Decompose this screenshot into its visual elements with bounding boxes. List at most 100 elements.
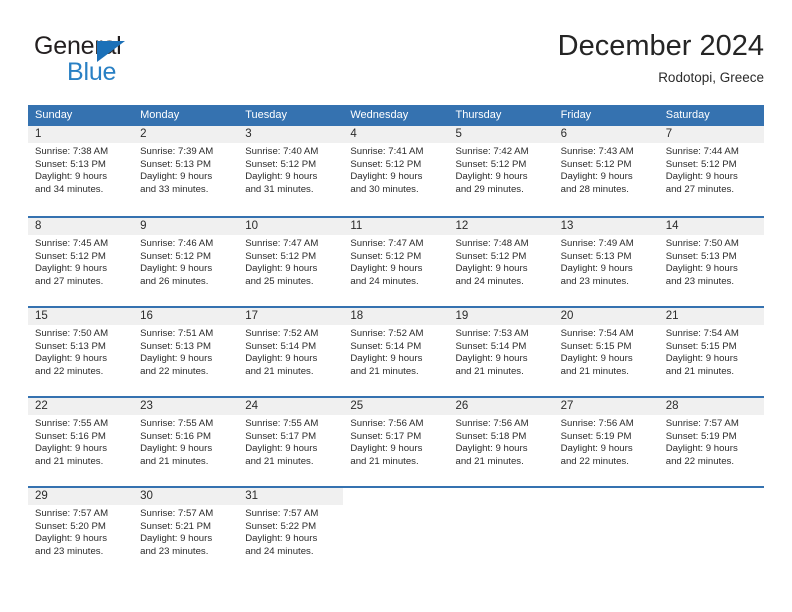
day-cell[interactable]: 29 Sunrise: 7:57 AM Sunset: 5:20 PM Dayl… bbox=[28, 488, 134, 576]
day-cell[interactable]: 14 Sunrise: 7:50 AM Sunset: 5:13 PM Dayl… bbox=[658, 218, 764, 306]
day-details: Sunrise: 7:57 AM Sunset: 5:20 PM Dayligh… bbox=[28, 505, 133, 558]
daylight-text-line2: and 33 minutes. bbox=[140, 183, 209, 195]
daylight-text-line1: Daylight: 9 hours bbox=[140, 263, 213, 275]
day-cell[interactable]: 7 Sunrise: 7:44 AM Sunset: 5:12 PM Dayli… bbox=[658, 126, 764, 216]
day-cell[interactable]: 23 Sunrise: 7:55 AM Sunset: 5:16 PM Dayl… bbox=[133, 398, 239, 486]
sunrise-text: Sunrise: 7:54 AM bbox=[665, 328, 739, 339]
day-cell[interactable]: 6 Sunrise: 7:43 AM Sunset: 5:12 PM Dayli… bbox=[553, 126, 659, 216]
day-cell[interactable]: 31 Sunrise: 7:57 AM Sunset: 5:22 PM Dayl… bbox=[238, 488, 344, 576]
day-number: 22 bbox=[28, 398, 134, 415]
day-number: 4 bbox=[343, 126, 449, 143]
day-cell[interactable]: 26 Sunrise: 7:56 AM Sunset: 5:18 PM Dayl… bbox=[448, 398, 554, 486]
weekday-header-monday: Monday bbox=[140, 109, 180, 121]
day-number: 6 bbox=[553, 126, 659, 143]
day-details: Sunrise: 7:47 AM Sunset: 5:12 PM Dayligh… bbox=[343, 235, 448, 288]
day-details: Sunrise: 7:55 AM Sunset: 5:16 PM Dayligh… bbox=[28, 415, 133, 468]
sunrise-text: Sunrise: 7:57 AM bbox=[665, 418, 739, 429]
weekday-header-wednesday: Wednesday bbox=[350, 109, 409, 121]
day-number: 29 bbox=[28, 488, 134, 505]
day-cell[interactable]: 28 Sunrise: 7:57 AM Sunset: 5:19 PM Dayl… bbox=[658, 398, 764, 486]
day-cell[interactable]: 21 Sunrise: 7:54 AM Sunset: 5:15 PM Dayl… bbox=[658, 308, 764, 396]
day-cell[interactable]: 27 Sunrise: 7:56 AM Sunset: 5:19 PM Dayl… bbox=[553, 398, 659, 486]
sunrise-text: Sunrise: 7:47 AM bbox=[350, 238, 424, 249]
day-cell[interactable]: 10 Sunrise: 7:47 AM Sunset: 5:12 PM Dayl… bbox=[238, 218, 344, 306]
daylight-text-line1: Daylight: 9 hours bbox=[245, 171, 318, 183]
sunset-text: Sunset: 5:16 PM bbox=[140, 430, 212, 442]
daylight-text-line2: and 25 minutes. bbox=[245, 275, 314, 287]
daylight-text-line1: Daylight: 9 hours bbox=[140, 171, 213, 183]
general-blue-logo[interactable]: General Blue bbox=[34, 32, 214, 88]
sunrise-text: Sunrise: 7:57 AM bbox=[35, 508, 109, 519]
day-number: 9 bbox=[133, 218, 239, 235]
calendar-page: General Blue December 2024 Rodotopi, Gre… bbox=[0, 0, 792, 612]
day-details bbox=[554, 505, 659, 508]
sunrise-text: Sunrise: 7:46 AM bbox=[140, 238, 214, 249]
day-cell[interactable]: 15 Sunrise: 7:50 AM Sunset: 5:13 PM Dayl… bbox=[28, 308, 134, 396]
daylight-text-line2: and 21 minutes. bbox=[455, 365, 524, 377]
day-details: Sunrise: 7:56 AM Sunset: 5:18 PM Dayligh… bbox=[449, 415, 554, 468]
day-cell[interactable]: 3 Sunrise: 7:40 AM Sunset: 5:12 PM Dayli… bbox=[238, 126, 344, 216]
weekday-header-sunday: Sunday bbox=[35, 109, 73, 121]
day-details: Sunrise: 7:45 AM Sunset: 5:12 PM Dayligh… bbox=[28, 235, 133, 288]
daylight-text-line2: and 28 minutes. bbox=[560, 183, 629, 195]
daylight-text-line1: Daylight: 9 hours bbox=[350, 353, 423, 365]
day-number: 23 bbox=[133, 398, 239, 415]
daylight-text-line1: Daylight: 9 hours bbox=[665, 263, 738, 275]
sunset-text: Sunset: 5:19 PM bbox=[560, 430, 632, 442]
day-cell[interactable]: 30 Sunrise: 7:57 AM Sunset: 5:21 PM Dayl… bbox=[133, 488, 239, 576]
daylight-text-line2: and 21 minutes. bbox=[665, 365, 735, 377]
sunset-text: Sunset: 5:13 PM bbox=[35, 158, 106, 170]
day-cell[interactable]: 2 Sunrise: 7:39 AM Sunset: 5:13 PM Dayli… bbox=[133, 126, 239, 216]
day-cell-empty bbox=[659, 488, 764, 576]
day-cell[interactable]: 5 Sunrise: 7:42 AM Sunset: 5:12 PM Dayli… bbox=[448, 126, 554, 216]
day-details: Sunrise: 7:49 AM Sunset: 5:13 PM Dayligh… bbox=[554, 235, 659, 288]
day-number bbox=[659, 488, 764, 505]
day-cell[interactable]: 11 Sunrise: 7:47 AM Sunset: 5:12 PM Dayl… bbox=[343, 218, 449, 306]
day-details: Sunrise: 7:39 AM Sunset: 5:13 PM Dayligh… bbox=[133, 143, 238, 196]
day-details: Sunrise: 7:57 AM Sunset: 5:19 PM Dayligh… bbox=[659, 415, 764, 468]
day-details bbox=[343, 505, 448, 508]
day-details: Sunrise: 7:50 AM Sunset: 5:13 PM Dayligh… bbox=[28, 325, 133, 378]
day-cell[interactable]: 9 Sunrise: 7:46 AM Sunset: 5:12 PM Dayli… bbox=[133, 218, 239, 306]
sunset-text: Sunset: 5:12 PM bbox=[245, 158, 317, 170]
day-cell[interactable]: 25 Sunrise: 7:56 AM Sunset: 5:17 PM Dayl… bbox=[343, 398, 449, 486]
daylight-text-line1: Daylight: 9 hours bbox=[560, 171, 633, 183]
day-number bbox=[343, 488, 448, 505]
sunset-text: Sunset: 5:18 PM bbox=[455, 430, 527, 442]
day-cell[interactable]: 20 Sunrise: 7:54 AM Sunset: 5:15 PM Dayl… bbox=[553, 308, 659, 396]
day-details: Sunrise: 7:51 AM Sunset: 5:13 PM Dayligh… bbox=[133, 325, 238, 378]
daylight-text-line2: and 34 minutes. bbox=[35, 183, 104, 195]
day-cell[interactable]: 12 Sunrise: 7:48 AM Sunset: 5:12 PM Dayl… bbox=[448, 218, 554, 306]
day-cell[interactable]: 19 Sunrise: 7:53 AM Sunset: 5:14 PM Dayl… bbox=[448, 308, 554, 396]
day-cell[interactable]: 17 Sunrise: 7:52 AM Sunset: 5:14 PM Dayl… bbox=[238, 308, 344, 396]
day-cell[interactable]: 18 Sunrise: 7:52 AM Sunset: 5:14 PM Dayl… bbox=[343, 308, 449, 396]
page-header: General Blue December 2024 Rodotopi, Gre… bbox=[28, 28, 764, 98]
day-cell[interactable]: 1 Sunrise: 7:38 AM Sunset: 5:13 PM Dayli… bbox=[28, 126, 134, 216]
day-cell-empty bbox=[343, 488, 448, 576]
daylight-text-line1: Daylight: 9 hours bbox=[35, 263, 107, 275]
sunset-text: Sunset: 5:20 PM bbox=[35, 520, 106, 532]
day-cell[interactable]: 13 Sunrise: 7:49 AM Sunset: 5:13 PM Dayl… bbox=[553, 218, 659, 306]
day-number: 8 bbox=[28, 218, 134, 235]
sunset-text: Sunset: 5:12 PM bbox=[350, 158, 422, 170]
day-cell[interactable]: 4 Sunrise: 7:41 AM Sunset: 5:12 PM Dayli… bbox=[343, 126, 449, 216]
sunset-text: Sunset: 5:14 PM bbox=[350, 340, 422, 352]
sunrise-text: Sunrise: 7:43 AM bbox=[560, 146, 634, 157]
sunset-text: Sunset: 5:12 PM bbox=[140, 250, 212, 262]
day-cell[interactable]: 8 Sunrise: 7:45 AM Sunset: 5:12 PM Dayli… bbox=[28, 218, 134, 306]
daylight-text-line2: and 21 minutes. bbox=[245, 455, 314, 467]
sunrise-text: Sunrise: 7:38 AM bbox=[35, 146, 109, 157]
day-details: Sunrise: 7:44 AM Sunset: 5:12 PM Dayligh… bbox=[659, 143, 764, 196]
daylight-text-line2: and 21 minutes. bbox=[140, 455, 209, 467]
sunrise-text: Sunrise: 7:52 AM bbox=[245, 328, 319, 339]
sunrise-text: Sunrise: 7:55 AM bbox=[35, 418, 109, 429]
day-cell[interactable]: 22 Sunrise: 7:55 AM Sunset: 5:16 PM Dayl… bbox=[28, 398, 134, 486]
daylight-text-line1: Daylight: 9 hours bbox=[245, 533, 318, 545]
daylight-text-line2: and 21 minutes. bbox=[350, 455, 419, 467]
day-details: Sunrise: 7:57 AM Sunset: 5:21 PM Dayligh… bbox=[133, 505, 238, 558]
day-number: 26 bbox=[448, 398, 554, 415]
day-cell[interactable]: 16 Sunrise: 7:51 AM Sunset: 5:13 PM Dayl… bbox=[133, 308, 239, 396]
sunset-text: Sunset: 5:12 PM bbox=[455, 250, 527, 262]
daylight-text-line2: and 24 minutes. bbox=[245, 545, 314, 557]
day-cell[interactable]: 24 Sunrise: 7:55 AM Sunset: 5:17 PM Dayl… bbox=[238, 398, 344, 486]
